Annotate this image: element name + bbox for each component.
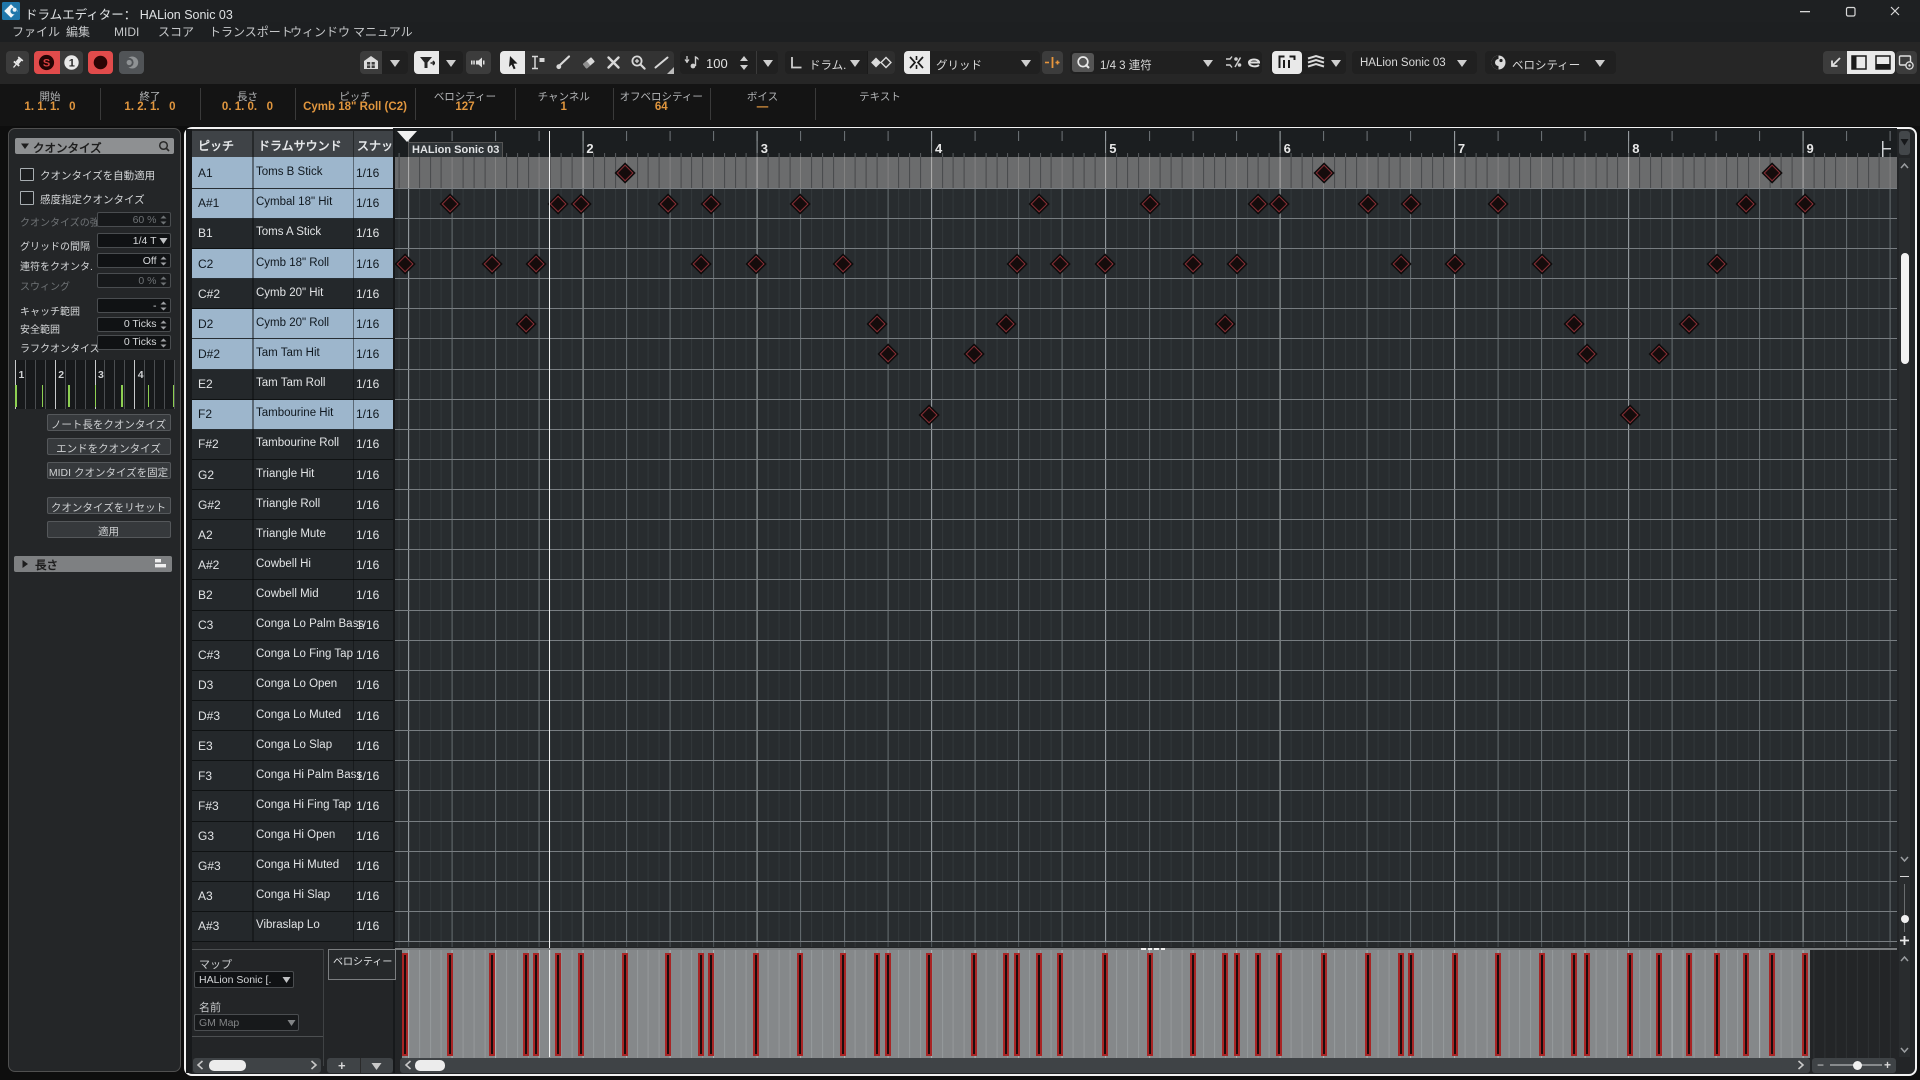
svg-text:S: S [43, 57, 50, 69]
svg-text:1: 1 [69, 57, 75, 69]
